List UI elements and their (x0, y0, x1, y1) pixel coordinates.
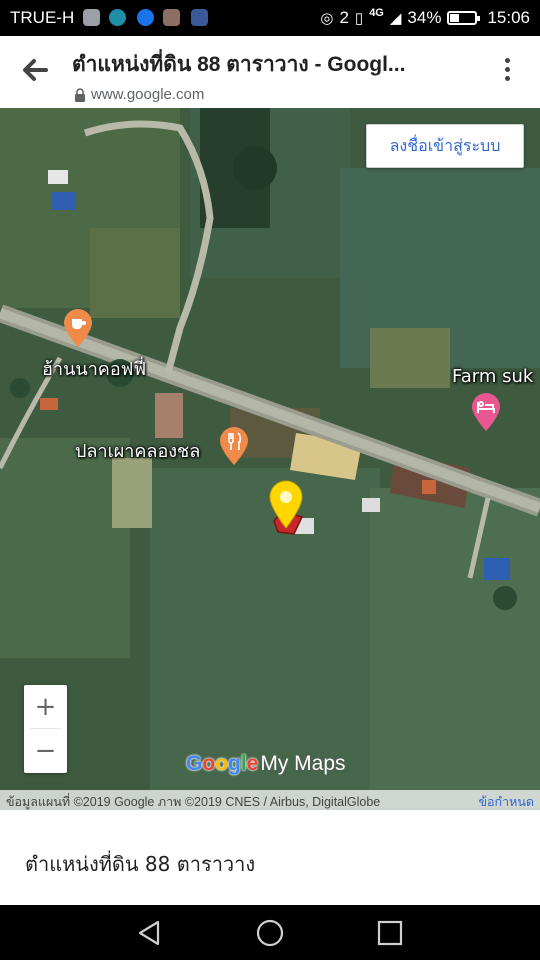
url-bar[interactable]: www.google.com (74, 86, 204, 103)
mymaps-logo-text: My Maps (260, 752, 346, 775)
map-attribution: ข้อมูลแผนที่ ©2019 Google ภาพ ©2019 CNES… (0, 790, 540, 810)
page-title: ตำแหน่งที่ดิน 88 ตาราวาง - Googl... (72, 53, 406, 76)
sim-icon: ◎ (320, 10, 334, 27)
cafe-pin-icon[interactable] (62, 308, 94, 348)
signin-button[interactable]: ลงชื่อเข้าสู่ระบบ (366, 124, 524, 168)
back-button[interactable] (16, 50, 56, 90)
arrow-left-icon (23, 59, 48, 81)
poi-label-cafe[interactable]: ฮ้านนาคอฟฟี่ (42, 354, 146, 383)
battery-percent: 34% (407, 8, 442, 27)
map-info-panel: ตำแหน่งที่ดิน 88 ตาราวาง (0, 810, 540, 905)
map-view[interactable]: ลงชื่อเข้าสู่ระบบ ฮ้านนาคอฟฟี่ ปลาเผาคลอ… (0, 108, 540, 810)
recents-nav-icon[interactable] (374, 917, 406, 949)
signal-icon: ◢ (389, 10, 402, 27)
messenger-icon (137, 9, 154, 26)
status-bar: TRUE-H ◎ 2 ▯ 4G ◢ 34% 15:06 (0, 0, 540, 36)
back-nav-icon[interactable] (134, 917, 166, 949)
carrier-name: TRUE-H (10, 8, 75, 27)
google-logo: Google (186, 752, 259, 775)
google-mymaps-logo: Google My Maps (186, 752, 346, 776)
zoom-in-button[interactable]: + (24, 685, 67, 728)
zoom-out-button[interactable]: − (24, 729, 67, 772)
hotel-pin-icon[interactable] (470, 392, 502, 432)
overflow-menu-button[interactable] (500, 58, 514, 86)
terms-link[interactable]: ข้อกำหนด (478, 792, 534, 810)
more-vert-icon (504, 58, 510, 63)
download-icon (109, 9, 126, 26)
sim-count: 2 (339, 8, 349, 27)
system-nav-bar (0, 905, 540, 960)
map-title: ตำแหน่งที่ดิน 88 ตาราวาง (25, 852, 256, 876)
restaurant-pin-icon[interactable] (218, 426, 250, 466)
zoom-control: + − (24, 685, 67, 773)
url-text: www.google.com (91, 86, 205, 103)
network-type: 4G (369, 7, 384, 19)
attribution-text: ข้อมูลแผนที่ ©2019 Google ภาพ ©2019 CNES… (6, 795, 381, 809)
gallery-icon (83, 9, 100, 26)
clock: 15:06 (487, 8, 530, 27)
location-marker-icon[interactable] (268, 476, 308, 540)
facebook-icon (191, 9, 208, 26)
poi-label-restaurant[interactable]: ปลาเผาคลองชล (75, 436, 200, 465)
vibrate-icon: ▯ (354, 10, 364, 27)
battery-icon (447, 11, 481, 25)
browser-toolbar: ตำแหน่งที่ดิน 88 ตาราวาง - Googl... www.… (0, 36, 540, 108)
avatar-icon (163, 9, 180, 26)
home-nav-icon[interactable] (254, 917, 286, 949)
lock-icon (75, 87, 85, 102)
poi-label-hotel[interactable]: Farm suk (452, 366, 533, 387)
